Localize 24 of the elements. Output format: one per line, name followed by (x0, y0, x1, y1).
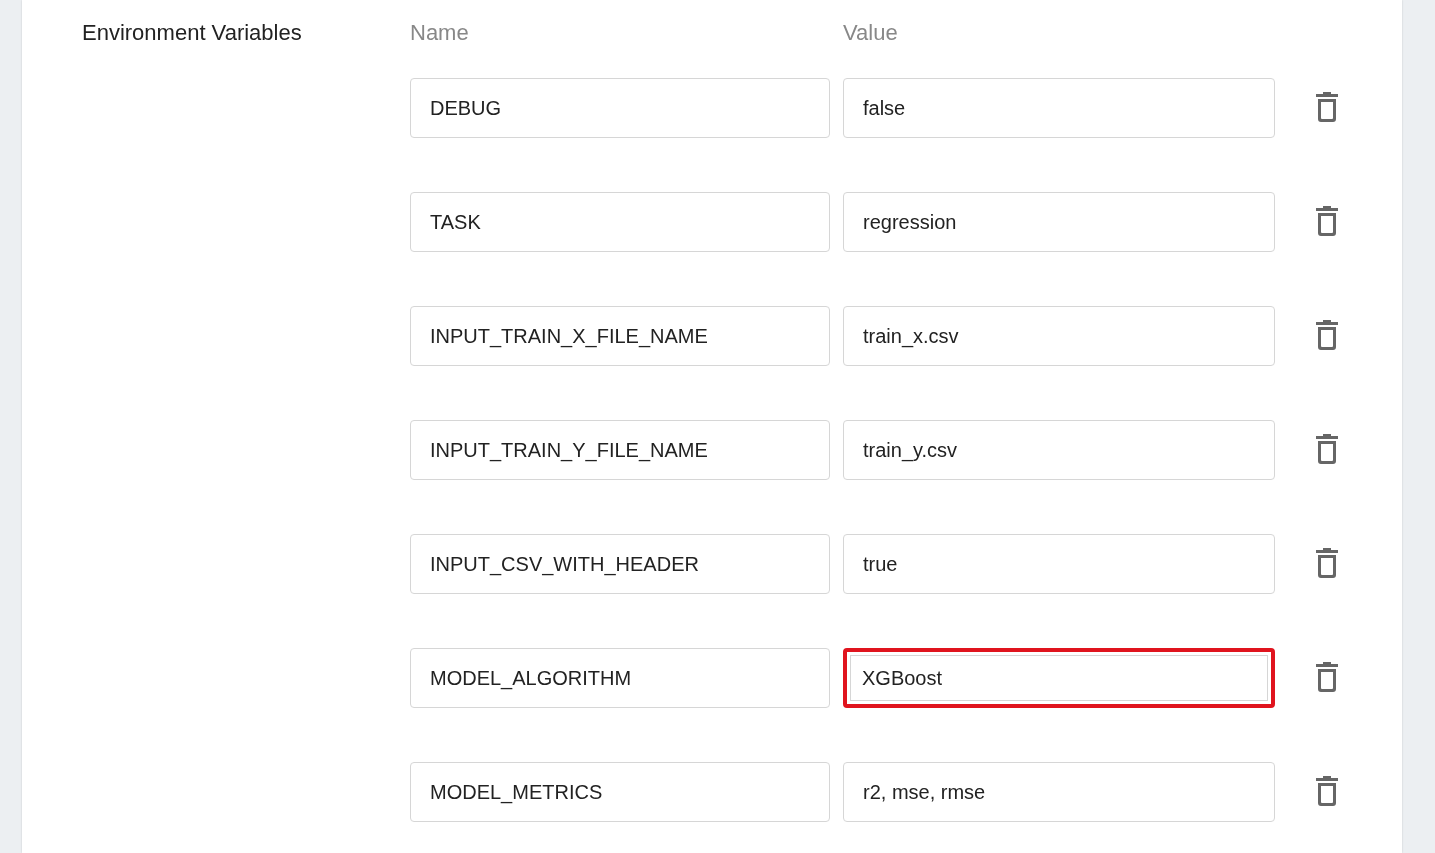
trash-icon[interactable] (1316, 776, 1338, 806)
name-field[interactable]: INPUT_TRAIN_X_FILE_NAME (410, 306, 830, 366)
value-field[interactable]: XGBoost (843, 648, 1275, 708)
trash-icon[interactable] (1316, 320, 1338, 350)
trash-icon[interactable] (1316, 548, 1338, 578)
name-field[interactable]: INPUT_TRAIN_Y_FILE_NAME (410, 420, 830, 480)
name-field[interactable]: MODEL_ALGORITHM (410, 648, 830, 708)
trash-icon[interactable] (1316, 206, 1338, 236)
column-header: Value (843, 19, 899, 47)
name-field[interactable]: MODEL_METRICS (410, 762, 830, 822)
name-field[interactable]: TASK (410, 192, 830, 252)
trash-icon[interactable] (1316, 92, 1338, 122)
column-header: Name (410, 19, 470, 47)
value-field[interactable]: false (843, 78, 1275, 138)
section-label: Environment Variables (82, 19, 303, 47)
trash-icon[interactable] (1316, 662, 1338, 692)
value-field[interactable]: true (843, 534, 1275, 594)
value-field[interactable]: regression (843, 192, 1275, 252)
name-field[interactable]: INPUT_CSV_WITH_HEADER (410, 534, 830, 594)
value-field[interactable]: train_y.csv (843, 420, 1275, 480)
value-field[interactable]: train_x.csv (843, 306, 1275, 366)
name-field[interactable]: DEBUG (410, 78, 830, 138)
trash-icon[interactable] (1316, 434, 1338, 464)
value-field[interactable]: r2, mse, rmse (843, 762, 1275, 822)
